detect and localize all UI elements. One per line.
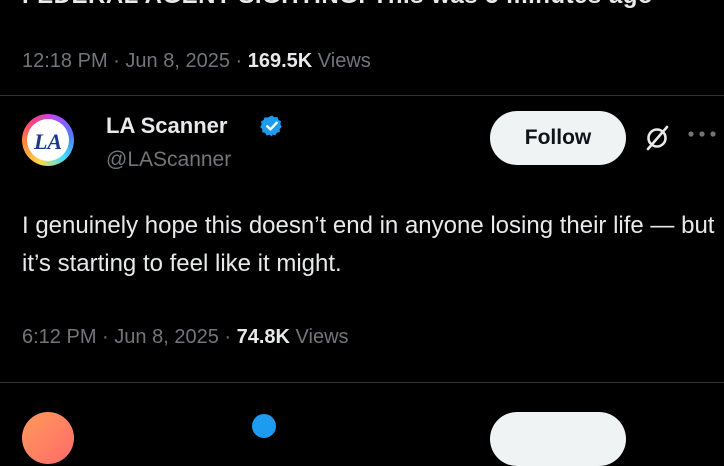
verified-badge-icon[interactable] <box>260 114 284 138</box>
tweet-meta: 6:12 PM · Jun 8, 2025 · 74.8K Views <box>22 326 349 349</box>
tweet-divider <box>0 95 724 96</box>
previous-tweet-date[interactable]: Jun 8, 2025 <box>125 50 230 72</box>
previous-tweet-meta: 12:18 PM · Jun 8, 2025 · 169.5K Views <box>22 50 371 73</box>
avatar[interactable]: LA <box>22 114 74 166</box>
tweet-date[interactable]: Jun 8, 2025 <box>114 326 219 348</box>
tweet-views-count: 74.8K <box>236 326 290 348</box>
tweet-views-label: Views <box>295 326 349 348</box>
previous-tweet-views-label: Views <box>317 50 371 72</box>
tweet-time[interactable]: 6:12 PM <box>22 326 96 348</box>
la-monogram-icon: LA <box>33 129 62 154</box>
previous-tweet-text: FEDERAL AGENT SIGHTING. This was 5 minut… <box>22 0 653 10</box>
tweet-text: I genuinely hope this doesn’t end in any… <box>22 212 715 277</box>
svg-text:LA: LA <box>33 129 62 154</box>
display-name[interactable]: LA Scanner <box>106 113 227 139</box>
meta-separator: · <box>102 326 109 348</box>
previous-tweet-views-count: 169.5K <box>247 50 313 72</box>
meta-separator: · <box>235 50 243 72</box>
tweet-divider <box>0 382 724 383</box>
handle[interactable]: @LAScanner <box>106 148 231 172</box>
avatar-logo: LA <box>27 119 69 161</box>
next-verified-badge-icon <box>252 414 276 438</box>
meta-separator: · <box>113 50 120 72</box>
next-follow-button[interactable] <box>490 412 626 466</box>
follow-button[interactable]: Follow <box>490 111 626 165</box>
more-options-icon[interactable] <box>684 124 720 144</box>
meta-separator: · <box>224 326 232 348</box>
grok-icon[interactable] <box>643 124 671 152</box>
previous-tweet-time[interactable]: 12:18 PM <box>22 50 108 72</box>
